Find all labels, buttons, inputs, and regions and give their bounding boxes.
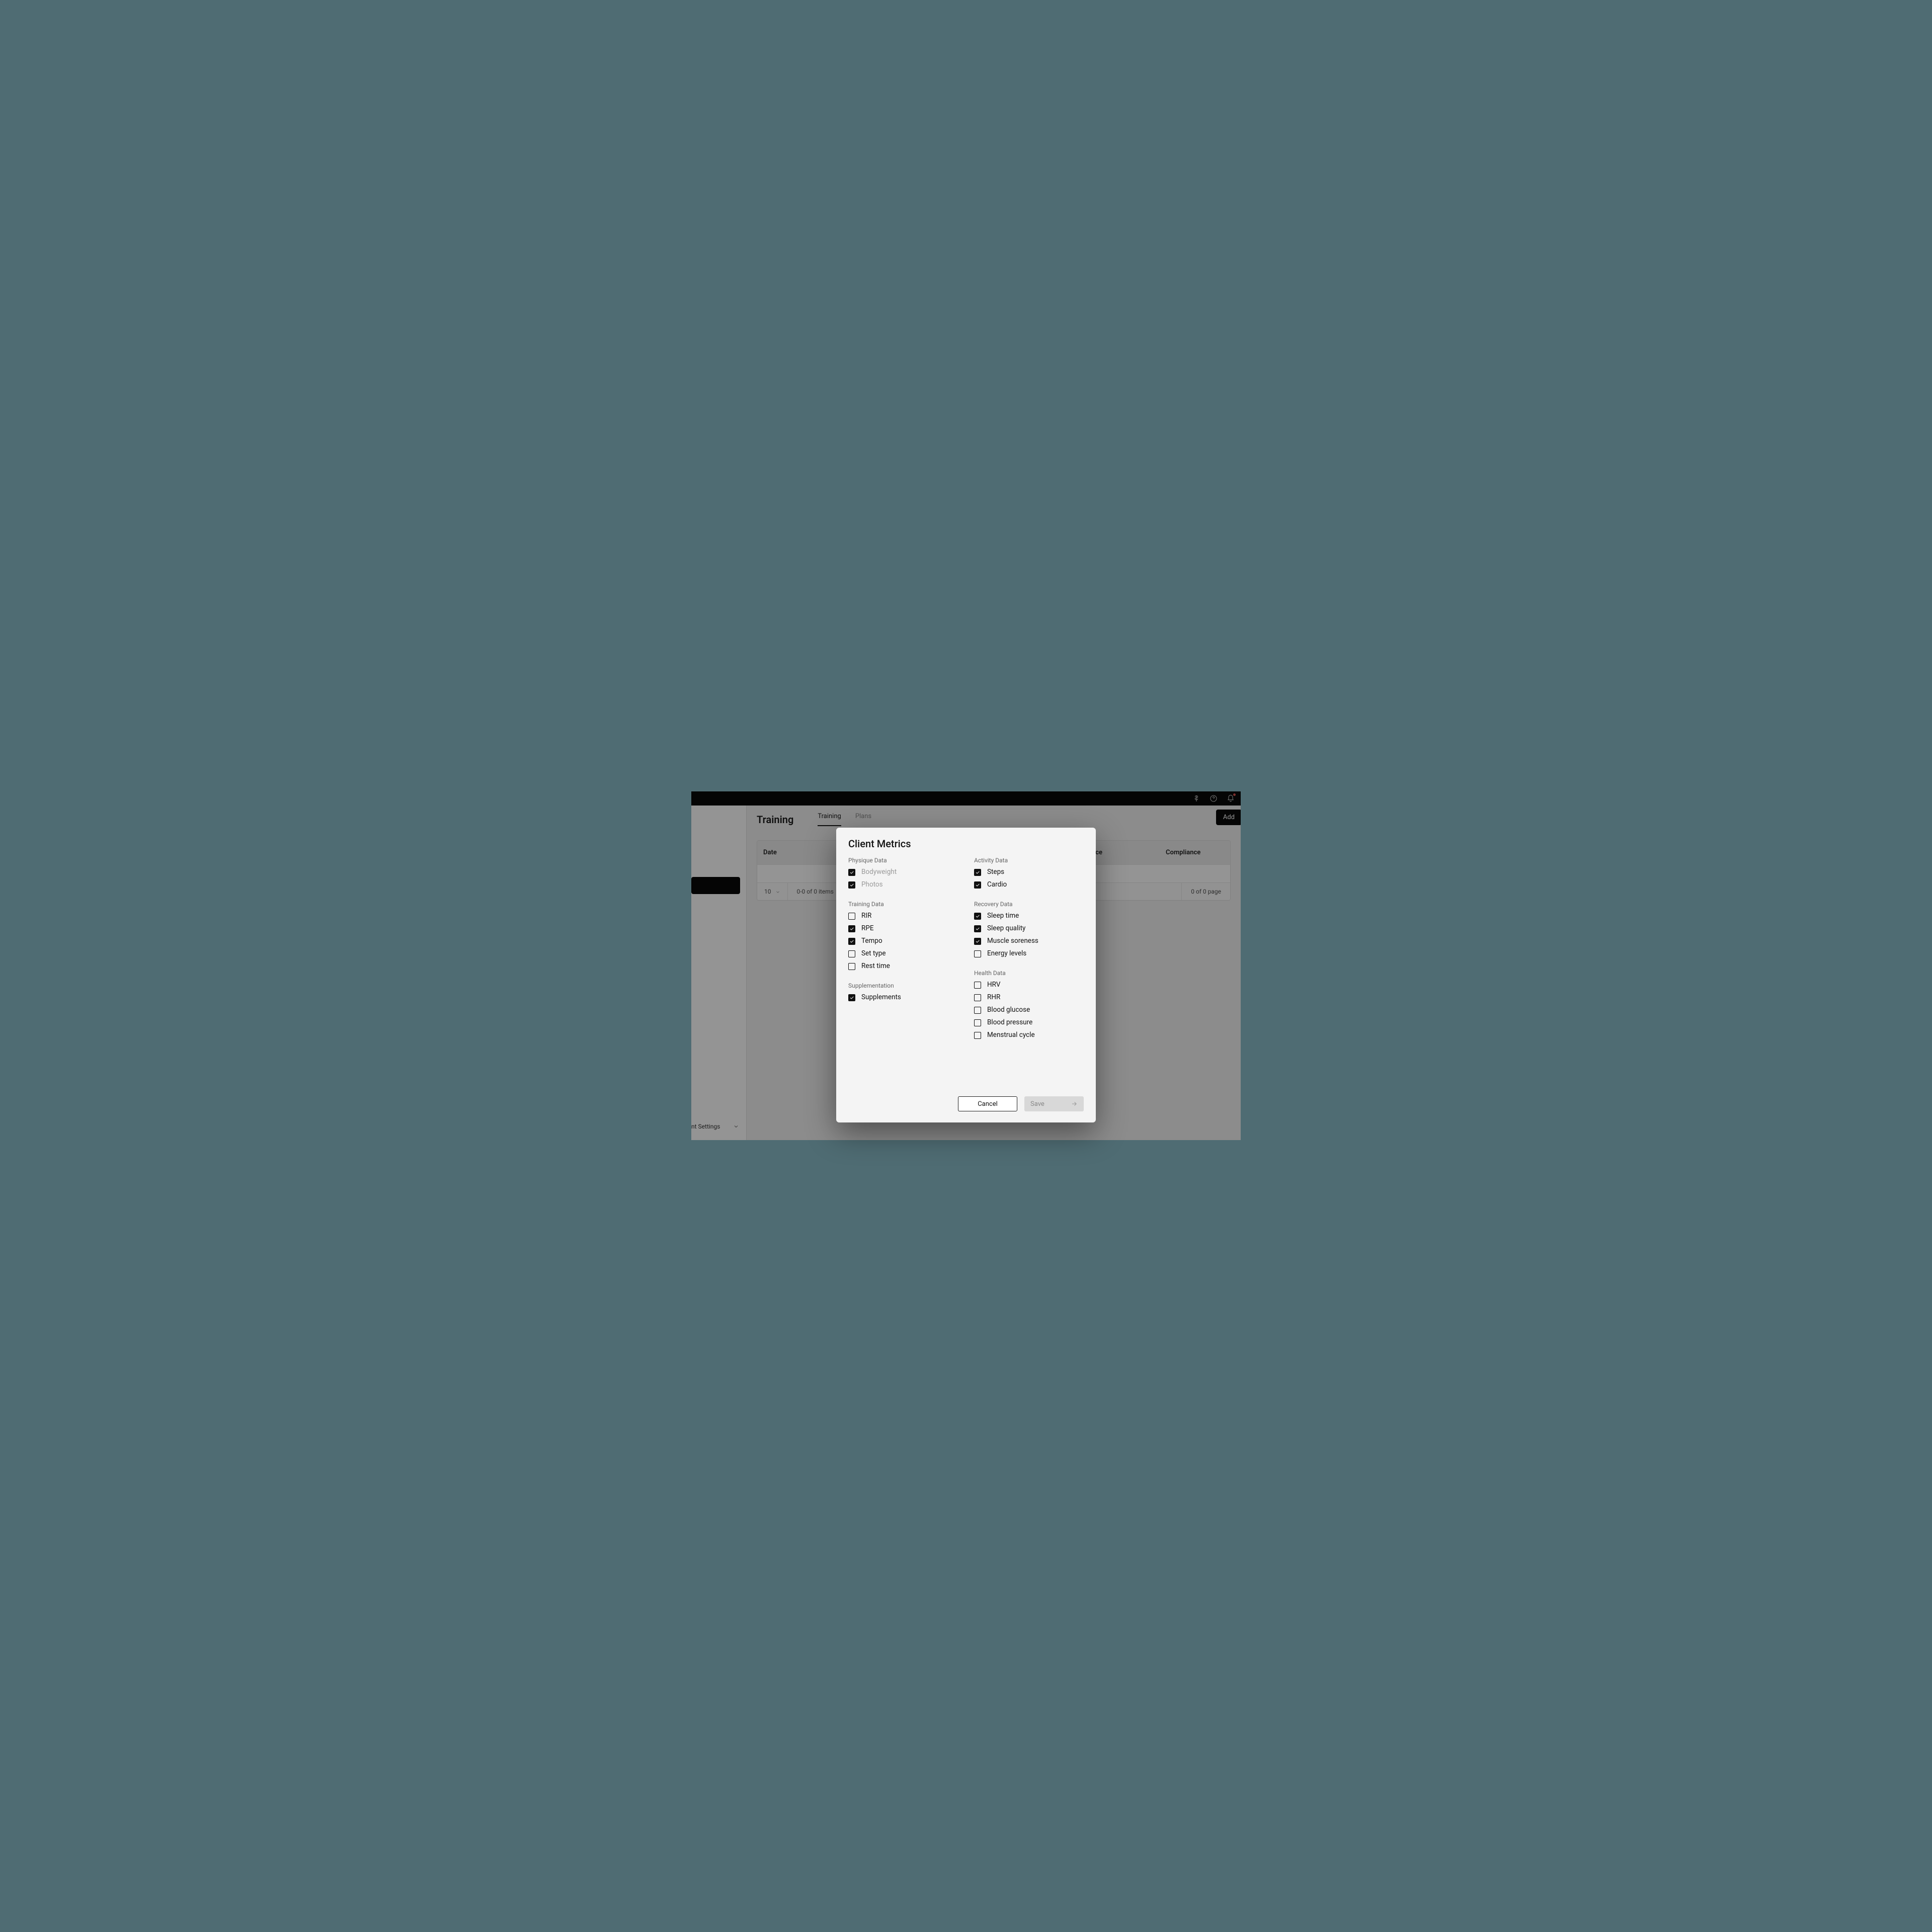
- option-label: Bodyweight: [861, 869, 897, 876]
- option-menstrual-cycle[interactable]: Menstrual cycle: [974, 1032, 1084, 1039]
- option-set-type[interactable]: Set type: [848, 950, 958, 957]
- option-rir[interactable]: RIR: [848, 913, 958, 920]
- group-heading: Training Data: [848, 901, 958, 908]
- option-label: Cardio: [987, 881, 1007, 889]
- option-supplements[interactable]: Supplements: [848, 994, 958, 1001]
- modal-title: Client Metrics: [848, 838, 1084, 850]
- modal-columns: Physique Data Bodyweight Photos Training Da…: [848, 857, 1084, 1051]
- option-energy-levels[interactable]: Energy levels: [974, 950, 1084, 957]
- group-heading: Activity Data: [974, 857, 1084, 864]
- option-sleep-time[interactable]: Sleep time: [974, 913, 1084, 920]
- checkbox[interactable]: [974, 982, 981, 989]
- option-muscle-soreness[interactable]: Muscle soreness: [974, 938, 1084, 945]
- checkbox[interactable]: [974, 1019, 981, 1026]
- checkbox[interactable]: [848, 925, 855, 932]
- checkbox[interactable]: [848, 938, 855, 945]
- client-metrics-modal: Client Metrics Physique DataBodyweightPh…: [836, 828, 1096, 1122]
- checkbox[interactable]: [974, 925, 981, 932]
- option-label: Rest time: [861, 963, 890, 970]
- checkbox[interactable]: [974, 938, 981, 945]
- option-bodyweight: Bodyweight: [848, 869, 958, 876]
- option-label: Menstrual cycle: [987, 1032, 1035, 1039]
- save-button[interactable]: Save: [1024, 1096, 1084, 1111]
- option-label: Sleep quality: [987, 925, 1025, 932]
- checkbox[interactable]: [848, 963, 855, 970]
- option-label: RPE: [861, 925, 874, 932]
- option-label: Blood pressure: [987, 1019, 1032, 1026]
- option-label: Photos: [861, 881, 883, 889]
- modal-col-right: Activity Data Steps Cardio Recovery Data Sle…: [974, 857, 1084, 1051]
- option-label: Energy levels: [987, 950, 1026, 957]
- option-label: Muscle soreness: [987, 938, 1038, 945]
- modal-actions: Cancel Save: [848, 1096, 1084, 1111]
- group-heading: Health Data: [974, 970, 1084, 977]
- checkbox: [848, 881, 855, 889]
- cancel-button[interactable]: Cancel: [958, 1096, 1017, 1111]
- checkbox[interactable]: [974, 913, 981, 920]
- option-cardio[interactable]: Cardio: [974, 881, 1084, 889]
- option-photos: Photos: [848, 881, 958, 889]
- option-label: Supplements: [861, 994, 901, 1001]
- group-activity-data: Activity Data Steps Cardio: [974, 857, 1084, 889]
- checkbox[interactable]: [974, 1032, 981, 1039]
- modal-col-left: Physique Data Bodyweight Photos Training Da…: [848, 857, 958, 1051]
- option-label: RIR: [861, 913, 871, 920]
- option-steps[interactable]: Steps: [974, 869, 1084, 876]
- checkbox: [848, 869, 855, 876]
- option-label: Steps: [987, 869, 1004, 876]
- checkbox[interactable]: [848, 994, 855, 1001]
- group-heading: Supplementation: [848, 982, 958, 989]
- group-supplementation: Supplementation Supplements: [848, 982, 958, 1001]
- app-window: ge Durkin ts nt Settings Training Traini…: [691, 791, 1241, 1140]
- checkbox[interactable]: [974, 869, 981, 876]
- option-hrv[interactable]: HRV: [974, 982, 1084, 989]
- group-heading: Recovery Data: [974, 901, 1084, 908]
- option-label: HRV: [987, 982, 1000, 989]
- option-rhr[interactable]: RHR: [974, 994, 1084, 1001]
- option-tempo[interactable]: Tempo: [848, 938, 958, 945]
- checkbox[interactable]: [974, 950, 981, 957]
- checkbox[interactable]: [974, 994, 981, 1001]
- option-blood-glucose[interactable]: Blood glucose: [974, 1007, 1084, 1014]
- option-rpe[interactable]: RPE: [848, 925, 958, 932]
- checkbox[interactable]: [974, 1007, 981, 1014]
- option-label: Blood glucose: [987, 1007, 1030, 1014]
- checkbox[interactable]: [848, 950, 855, 957]
- stage: ge Durkin ts nt Settings Training Traini…: [691, 691, 1241, 1241]
- group-health-data: Health Data HRV RHR Blood glucose Blood pres…: [974, 970, 1084, 1039]
- option-rest-time[interactable]: Rest time: [848, 963, 958, 970]
- option-label: Set type: [861, 950, 886, 957]
- group-heading: Physique Data: [848, 857, 958, 864]
- option-label: Tempo: [861, 938, 882, 945]
- group-physique-data: Physique Data Bodyweight Photos: [848, 857, 958, 889]
- checkbox[interactable]: [848, 913, 855, 920]
- option-label: RHR: [987, 994, 1000, 1001]
- arrow-right-icon: [1071, 1100, 1078, 1107]
- option-blood-pressure[interactable]: Blood pressure: [974, 1019, 1084, 1026]
- option-label: Sleep time: [987, 913, 1019, 920]
- option-sleep-quality[interactable]: Sleep quality: [974, 925, 1084, 932]
- group-recovery-data: Recovery Data Sleep time Sleep quality Musc…: [974, 901, 1084, 957]
- checkbox[interactable]: [974, 881, 981, 889]
- group-training-data: Training Data RIR RPE Tempo Set type Rest tim…: [848, 901, 958, 970]
- save-button-label: Save: [1030, 1100, 1044, 1108]
